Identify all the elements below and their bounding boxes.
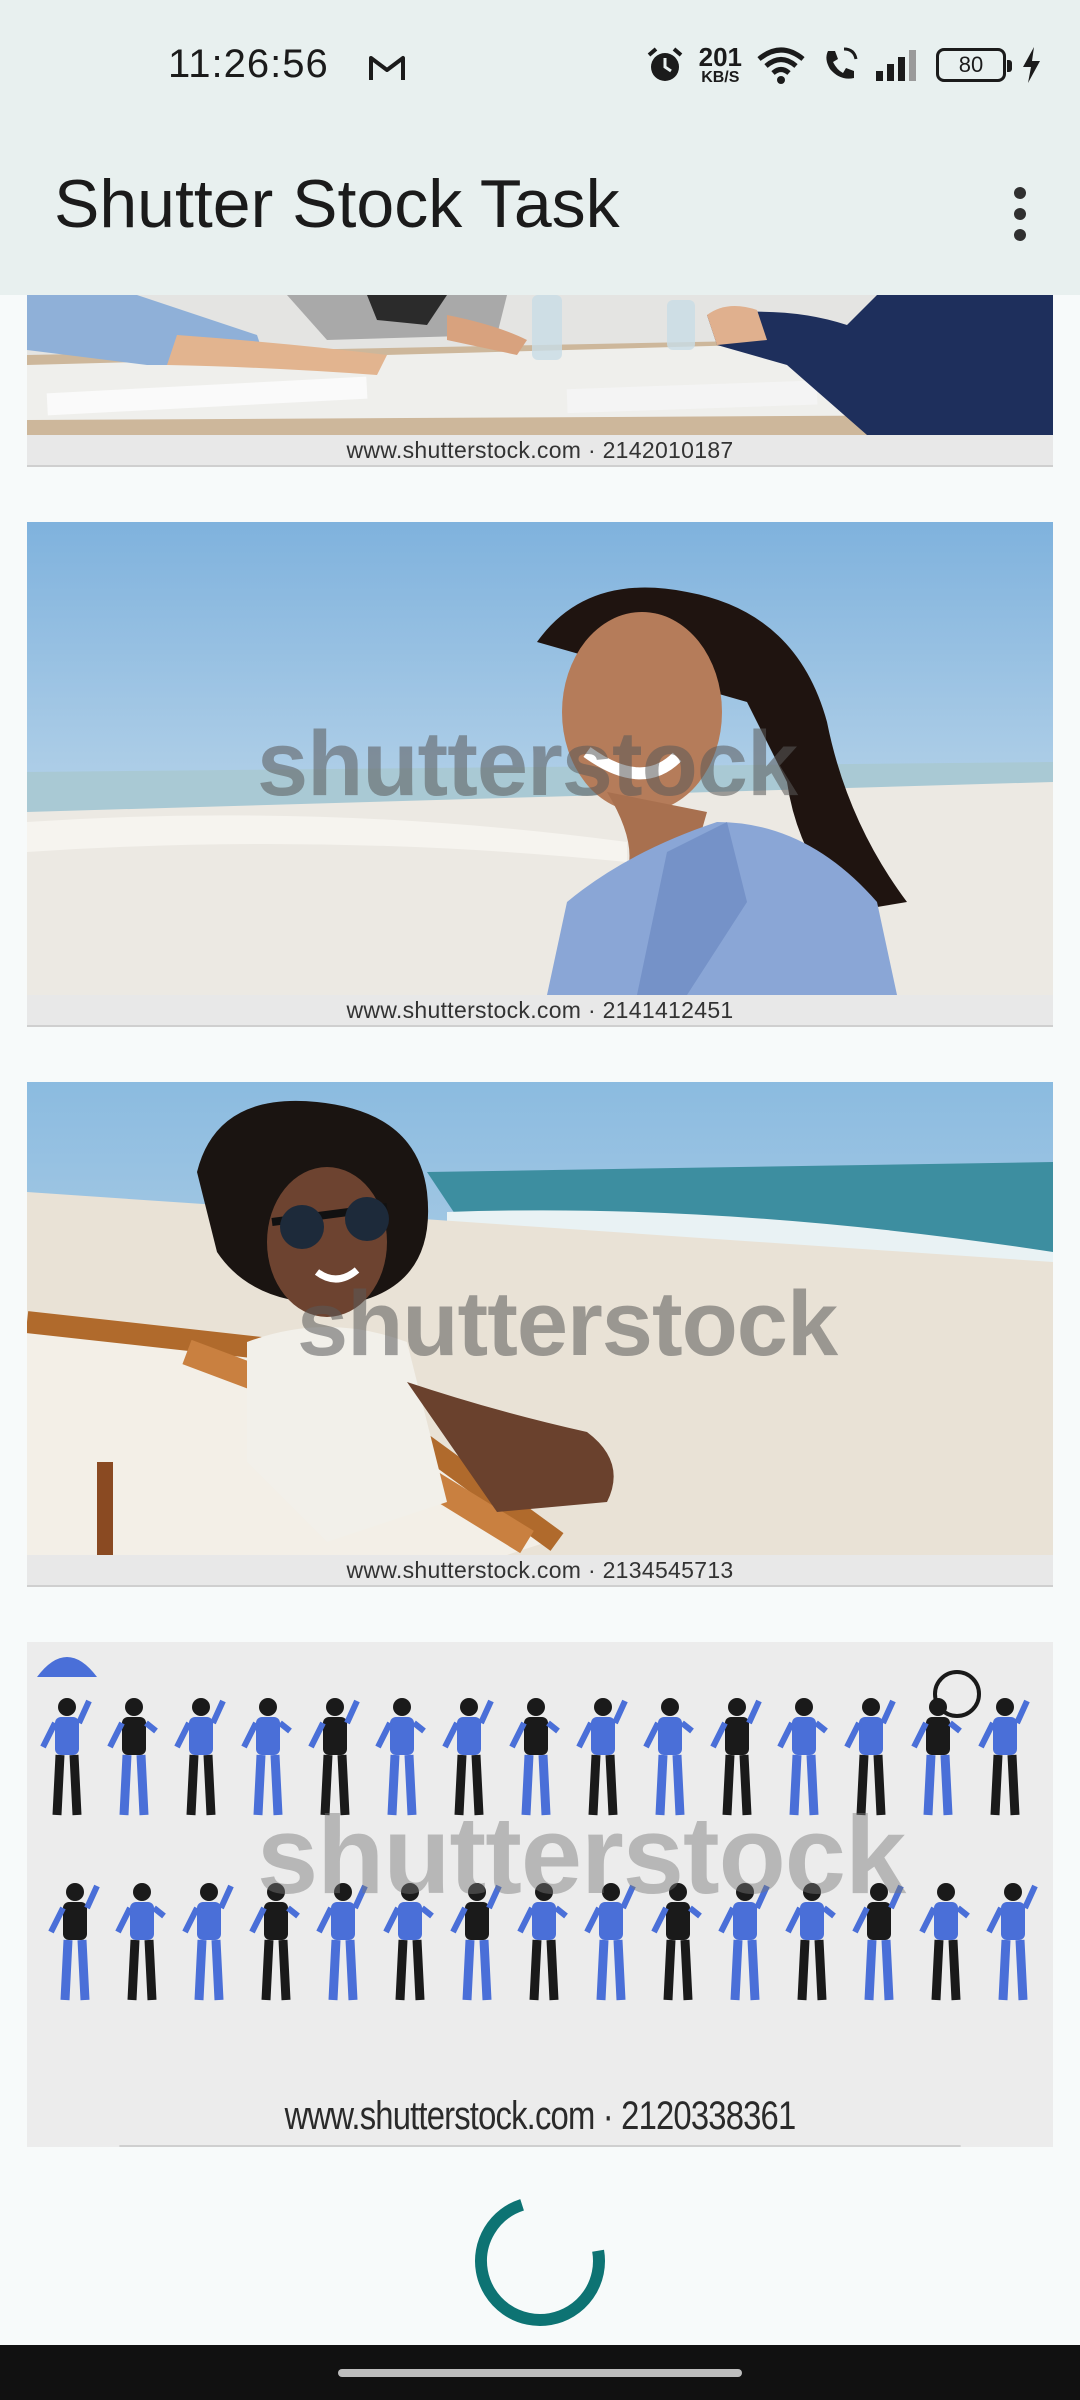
navigation-bar (0, 2345, 1080, 2400)
image-card-photo (27, 295, 1053, 435)
image-caption: www.shutterstock.com · 2120338361 (119, 2087, 961, 2147)
illustration-person (919, 1883, 970, 2001)
shutterstock-watermark: shutterstock (257, 1794, 906, 1917)
shutterstock-watermark: shutterstock (297, 1273, 838, 1375)
image-card[interactable]: shutterstock www.shutterstock.com · 2134… (27, 1082, 1053, 1587)
shutterstock-watermark: shutterstock (257, 713, 798, 815)
illustration-person (115, 1883, 166, 2001)
illustration-person (978, 1698, 1030, 1816)
umbrella-icon (37, 1657, 97, 1677)
image-caption: www.shutterstock.com · 2142010187 (27, 435, 1053, 467)
charging-icon (1023, 47, 1040, 83)
signal-icon (876, 50, 916, 81)
illustration-person (174, 1698, 226, 1816)
gmail-icon (369, 56, 405, 80)
net-speed: 201 KB/S (699, 44, 742, 86)
loading-spinner (475, 2196, 605, 2326)
more-vert-icon-dot (1014, 208, 1026, 220)
net-speed-value: 201 (698, 42, 742, 72)
status-time: 11:26:56 (168, 42, 329, 86)
battery-level: 80 (958, 52, 984, 77)
wifi-call-icon (826, 47, 858, 79)
app-title: Shutter Stock Task (54, 166, 620, 242)
alarm-icon (647, 47, 682, 81)
image-card-photo: shutterstock (27, 522, 1053, 995)
image-card[interactable]: shutterstock www.shutterstock.com · 2120… (27, 1642, 1053, 2147)
more-vert-icon (1014, 187, 1026, 199)
more-vert-icon-dot (1014, 229, 1026, 241)
illustration-person (182, 1883, 234, 2001)
image-card[interactable]: www.shutterstock.com · 2142010187 (27, 295, 1053, 467)
app-bar: Shutter Stock Task (0, 135, 1080, 295)
illustration-person (986, 1883, 1038, 2001)
status-bar: 11:26:56 201 KB/S 80 (0, 0, 1080, 135)
status-icons: 201 KB/S 80 (645, 40, 1042, 90)
image-caption: www.shutterstock.com · 2134545713 (27, 1555, 1053, 1587)
more-options-button[interactable] (990, 169, 1050, 259)
image-list[interactable]: www.shutterstock.com · 2142010187 shutte… (0, 295, 1080, 2345)
battery-icon: 80 (936, 48, 1012, 82)
image-caption: www.shutterstock.com · 2141412451 (27, 995, 1053, 1027)
wifi-icon (757, 47, 805, 84)
business-meeting-photo (27, 295, 1053, 435)
image-card[interactable]: shutterstock www.shutterstock.com · 2141… (27, 522, 1053, 1027)
illustration-person (48, 1883, 100, 2001)
illustration-person (107, 1698, 158, 1816)
image-card-photo: shutterstock (27, 1642, 1053, 2147)
illustration-person (40, 1698, 92, 1816)
net-speed-unit: KB/S (701, 69, 740, 86)
magnifier-icon (933, 1670, 981, 1718)
image-card-photo: shutterstock (27, 1082, 1053, 1555)
home-gesture-handle[interactable] (338, 2369, 742, 2377)
